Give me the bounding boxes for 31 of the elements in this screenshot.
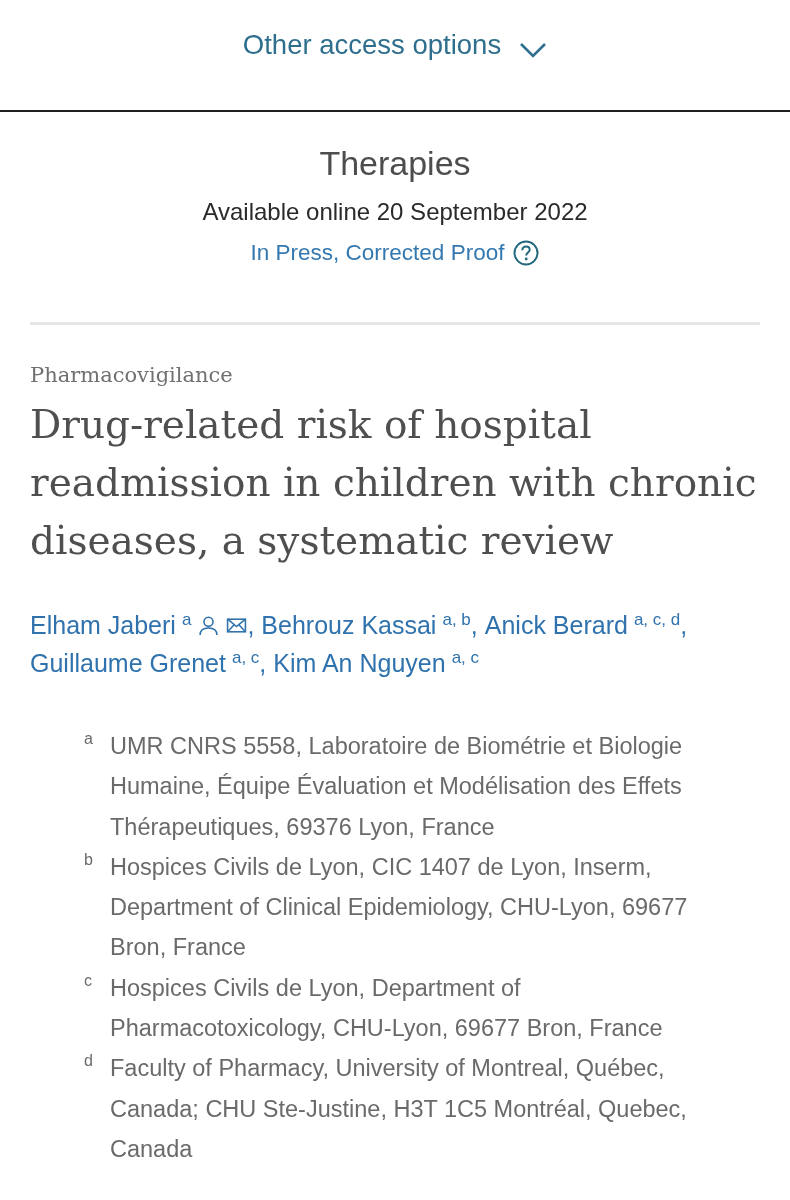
affiliation-ref-link[interactable]: a bbox=[181, 610, 192, 629]
affiliation-ref-link[interactable]: a, c, d bbox=[633, 610, 681, 629]
author-name-link[interactable]: Elham Jaberi bbox=[30, 611, 176, 639]
journal-title: Therapies bbox=[318, 143, 472, 183]
person-icon[interactable] bbox=[198, 615, 220, 636]
affiliation-label: a bbox=[84, 729, 93, 749]
affiliation-ref-link[interactable]: a, b bbox=[442, 610, 471, 629]
other-access-options-button[interactable]: Other access options bbox=[236, 25, 554, 65]
affiliation-label: c bbox=[84, 970, 92, 991]
affiliation-text: Faculty of Pharmacy, University of Montreal, Québec, Canada; CHU Ste-Justine, H3T 1C5 Montréal, Quebec, Canada bbox=[110, 1054, 688, 1164]
affiliation-ref-link[interactable]: a, c bbox=[451, 648, 480, 667]
author-name-link[interactable]: Behrouz Kassai bbox=[261, 611, 437, 639]
affiliation-text: Hospices Civils de Lyon, CIC 1407 de Lyon, Inserm, Department of Clinical Epidemiology, CHU-Lyon, 69677 Bron, France bbox=[110, 852, 689, 963]
article-status-link[interactable]: In Press, Corrected Proof bbox=[250, 235, 505, 271]
affiliation-text: UMR CNRS 5558, Laboratoire de Biométrie et Biologie Humaine, Équipe Évaluation et Modélisation des Effets Thérapeutiques, 69376 Lyon, France bbox=[110, 732, 684, 842]
comma-separator: , bbox=[470, 611, 478, 639]
help-icon[interactable] bbox=[513, 240, 540, 266]
author-name-link[interactable]: Kim An Nguyen bbox=[273, 649, 446, 677]
mail-icon[interactable] bbox=[226, 615, 248, 636]
article-section-label: Pharmacovigilance bbox=[30, 362, 234, 389]
availability-date: Available online 20 September 2022 bbox=[201, 197, 589, 227]
comma-separator: , bbox=[259, 649, 267, 677]
comma-separator: , bbox=[680, 611, 688, 639]
affiliation-label: d bbox=[84, 1051, 93, 1072]
comma-separator: , bbox=[247, 611, 255, 639]
affiliation-text: Hospices Civils de Lyon, Department of Pharmacotoxicology, CHU-Lyon, 69677 Bron, France bbox=[110, 973, 664, 1044]
author-name-link[interactable]: Anick Berard bbox=[484, 611, 628, 639]
affiliation-ref-link[interactable]: a, c bbox=[231, 648, 260, 667]
article-title: Drug-related risk of hospital readmission in children with chronic diseases, a systematic review bbox=[30, 401, 758, 565]
affiliation-label: b bbox=[84, 849, 93, 870]
author-name-link[interactable]: Guillaume Grenet bbox=[30, 649, 226, 677]
